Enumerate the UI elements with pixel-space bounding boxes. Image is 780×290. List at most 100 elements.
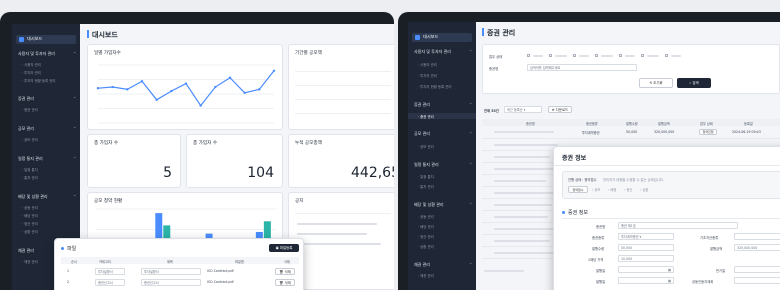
sort-select[interactable]: 최근 등록순 ▾: [504, 106, 542, 113]
reset-button[interactable]: ⟲ 초기화: [639, 78, 673, 88]
step-label: › 배정: [608, 188, 617, 192]
sidebar-item-offering[interactable]: · 공모 관리: [418, 144, 434, 149]
data-point: [170, 89, 173, 93]
status-checkbox[interactable]: [595, 54, 598, 57]
sidebar-item-bond[interactable]: · 채권 관리: [22, 259, 38, 264]
sidebar-item-joint[interactable]: · 공동 관리: [22, 205, 38, 210]
asset-type-input[interactable]: [734, 233, 780, 240]
data-point: [258, 88, 261, 91]
sidebar-item-investor-management[interactable]: · 투자자 관리: [22, 70, 41, 75]
sidebar-item-bond[interactable]: · 채권 관리: [418, 273, 434, 278]
data-point: [155, 98, 158, 101]
sidebar-item-redemption[interactable]: · 상환 관리: [22, 229, 38, 234]
sidebar-section-securities[interactable]: 증권 관리 ⌃: [18, 96, 76, 102]
status-checkbox[interactable]: [573, 54, 576, 57]
chevron-up-icon: ⌃: [469, 262, 473, 267]
col-header-amount: 발행금액: [658, 121, 670, 126]
sidebar-item-offering[interactable]: · 공모 관리: [22, 137, 38, 142]
status-checkbox[interactable]: [641, 54, 644, 57]
sidebar-item-user-management[interactable]: · 사용자 관리: [22, 62, 41, 67]
modal-divider: [554, 165, 780, 166]
status-panel: 진행 상태 : 청약접수 관리자가 내용을 수정할 수 없는 상태입니다. 청약…: [562, 171, 780, 199]
notice-line: [297, 233, 367, 235]
maturity-date-input[interactable]: [734, 266, 780, 273]
download-button[interactable]: ⊕ 다운로드: [548, 106, 572, 113]
chevron-up-icon: ⌃: [73, 194, 77, 199]
sidebar-item-settlement[interactable]: · 정산 관리: [418, 234, 434, 239]
sidebar-section-users[interactable]: 사용자 및 투자자 관리 ⌃: [414, 49, 472, 55]
sidebar-item-investor-management[interactable]: · 투자자 관리: [418, 73, 437, 78]
sidebar-section-bond[interactable]: 채권 관리 ⌃: [414, 262, 472, 268]
sidebar-item-securities[interactable]: · 증권 관리: [418, 114, 434, 119]
joint-plan-input[interactable]: [734, 277, 780, 284]
sidebar-section-dividend[interactable]: 배당 및 상환 관리 ⌃: [414, 202, 472, 208]
sidebar-section-securities[interactable]: 증권 관리 ⌃: [414, 102, 472, 108]
status-checkbox[interactable]: [549, 54, 552, 57]
sidebar-item-notify[interactable]: · 통지 관리: [418, 184, 434, 189]
unit-price-input[interactable]: 10,000: [618, 255, 674, 262]
sidebar-item-securities[interactable]: · 증권 관리: [22, 107, 38, 112]
sidebar-section-users[interactable]: 사용자 및 투자자 관리 ⌃: [18, 51, 76, 57]
delete-button[interactable]: 🗑 삭제: [275, 267, 295, 275]
search-input[interactable]: 검색어를 입력해주세요: [527, 64, 637, 71]
col-header-no: 순서: [71, 259, 77, 264]
sidebar-brand[interactable]: 대시보드: [16, 35, 76, 44]
col-header-type: 증권종류: [586, 121, 598, 126]
sidebar-item-joint[interactable]: · 공동 관리: [418, 214, 434, 219]
row-divider: [482, 138, 780, 139]
field-label: 증권종류: [592, 236, 605, 240]
col-header-delete: 삭제: [284, 259, 290, 264]
row-placeholder: [494, 240, 550, 242]
securities-sidebar: 대시보드 사용자 및 투자자 관리 ⌃ · 사용자 관리 · 투자자 관리 · …: [408, 22, 476, 290]
gridline: [295, 113, 391, 114]
amount-input[interactable]: 320,000,000: [734, 244, 780, 251]
sidebar-item-dividend[interactable]: · 배당 관리: [418, 224, 434, 229]
sidebar-brand[interactable]: 대시보드: [412, 33, 472, 42]
data-point: [111, 85, 114, 89]
issue-date-input-2[interactable]: ▦: [618, 277, 674, 284]
sidebar-item-settlement[interactable]: · 정산 관리: [22, 221, 38, 226]
subject-input[interactable]: 증권신고서: [141, 278, 201, 286]
sidebar-item-redemption[interactable]: · 상환 관리: [418, 244, 434, 249]
securities-filter-label: 증권명: [489, 67, 499, 71]
subject-input[interactable]: 투자설명서: [141, 267, 201, 275]
sidebar-section-schedule[interactable]: 일정 통지 관리 ⌃: [414, 162, 472, 168]
file-modal-title: 파일: [61, 245, 76, 252]
sidebar-section-offering[interactable]: 공모 관리 ⌃: [414, 131, 472, 137]
category-select[interactable]: 증권신고서: [95, 278, 125, 286]
chevron-up-icon: ⌃: [73, 126, 77, 131]
row-placeholder: [494, 156, 550, 158]
search-button[interactable]: ⌕ 검색: [677, 78, 711, 88]
sidebar-item-user-management[interactable]: · 사용자 관리: [418, 62, 437, 67]
brand-icon: [415, 35, 420, 40]
sidebar-item-investor-register[interactable]: · 투자자 현황 등록 관리: [22, 78, 55, 83]
status-checkbox[interactable]: [527, 54, 530, 57]
category-select[interactable]: 투자설명서: [95, 267, 125, 275]
file-upload-button[interactable]: ▣ 파일등록: [269, 244, 299, 252]
status-checkbox[interactable]: [665, 54, 668, 57]
sidebar-section-dividend[interactable]: 배당 및 상환 관리 ⌃: [18, 194, 76, 200]
sidebar-item-schedule[interactable]: · 일정 통지: [418, 174, 434, 179]
status-checkbox[interactable]: [619, 54, 622, 57]
showcase-scene: 대시보드 사용자 및 투자자 관리 ⌃ · 사용자 관리 · 투자자 관리 · …: [0, 0, 780, 290]
data-point: [214, 85, 217, 89]
name-input[interactable]: 증권 제1호: [618, 222, 738, 229]
row-type: 투자계약증권: [582, 131, 600, 135]
delete-button[interactable]: 🗑 삭제: [275, 278, 295, 286]
field-label: 발행금액: [710, 247, 723, 251]
chevron-up-icon: ⌃: [469, 49, 473, 54]
step-label: › 공모: [592, 188, 601, 192]
sidebar-item-schedule[interactable]: · 일정 통지: [22, 167, 38, 172]
row-placeholder: [494, 192, 556, 194]
field-label: 1매당 가격: [588, 258, 604, 262]
sidebar-item-investor-register[interactable]: · 투자자 현황 등록 관리: [418, 84, 451, 89]
sidebar-section-schedule[interactable]: 일정 통지 관리 ⌃: [18, 156, 76, 162]
type-select[interactable]: 투자계약증권 ▾: [618, 233, 674, 240]
sidebar-item-dividend[interactable]: · 배당 관리: [22, 213, 38, 218]
sidebar-section-label: 사용자 및 투자자 관리: [18, 51, 55, 56]
quantity-input[interactable]: 50,000: [618, 244, 674, 251]
sidebar-item-notify[interactable]: · 통지 관리: [22, 175, 38, 180]
issue-date-input[interactable]: ▦: [618, 266, 674, 273]
sidebar-section-offering[interactable]: 공모 관리 ⌃: [18, 126, 76, 132]
daily-signups-chart: [96, 64, 276, 124]
